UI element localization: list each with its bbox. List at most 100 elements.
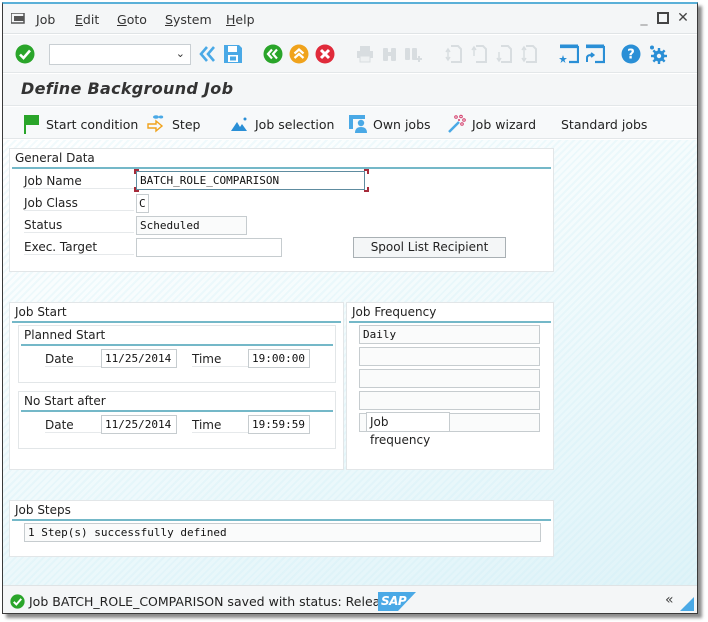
last-page-icon[interactable] bbox=[520, 44, 540, 64]
job-start-group: Job Start Planned Start Date 11/25/2014 … bbox=[9, 302, 344, 470]
print-icon[interactable] bbox=[355, 44, 375, 64]
job-steps-field: 1 Step(s) successfully defined bbox=[24, 523, 541, 542]
planned-date-field[interactable]: 11/25/2014 bbox=[101, 349, 177, 368]
exec-target-field[interactable] bbox=[136, 238, 282, 257]
own-jobs-label: Own jobs bbox=[373, 116, 431, 132]
previous-page-icon[interactable] bbox=[470, 44, 490, 64]
job-frequency-button[interactable]: Job frequency bbox=[366, 412, 450, 447]
group-divider bbox=[12, 321, 341, 323]
help-icon[interactable]: ? bbox=[621, 44, 641, 64]
main-content: General Data Job Name BATCH_ROLE_COMPARI… bbox=[3, 140, 697, 585]
planned-start-group: Planned Start Date 11/25/2014 Time 19:00… bbox=[18, 325, 336, 383]
planned-start-title: Planned Start bbox=[24, 328, 106, 342]
sap-gui-window: Job Edit Goto System Help _ ✕ ⌄ ? Define… bbox=[2, 2, 698, 614]
no-start-time-label: Time bbox=[192, 418, 248, 433]
close-button[interactable]: ✕ bbox=[676, 10, 690, 26]
job-class-label: Job Class bbox=[24, 196, 134, 211]
save-icon[interactable] bbox=[223, 44, 243, 64]
no-start-time-field[interactable]: 19:59:59 bbox=[248, 415, 310, 434]
start-condition-button[interactable]: Start condition bbox=[23, 114, 138, 134]
job-steps-group: Job Steps 1 Step(s) successfully defined bbox=[9, 500, 554, 557]
required-marker bbox=[134, 169, 139, 174]
own-jobs-icon bbox=[349, 115, 367, 133]
job-start-title: Job Start bbox=[15, 305, 67, 319]
enter-icon[interactable] bbox=[15, 44, 35, 64]
create-session-icon[interactable] bbox=[559, 44, 579, 64]
required-marker bbox=[364, 187, 369, 192]
frequency-line bbox=[359, 347, 540, 366]
own-jobs-button[interactable]: Own jobs bbox=[348, 114, 431, 134]
title-bar: Define Background Job bbox=[3, 74, 697, 106]
frequency-line bbox=[359, 369, 540, 388]
general-data-title: General Data bbox=[15, 151, 95, 165]
job-selection-label: Job selection bbox=[255, 116, 335, 132]
exit-icon[interactable] bbox=[289, 44, 309, 64]
job-frequency-group: Job Frequency Daily Job frequency bbox=[346, 302, 554, 470]
svg-text:?: ? bbox=[627, 48, 635, 63]
job-wizard-label: Job wizard bbox=[472, 116, 537, 132]
standard-toolbar: ⌄ ? bbox=[3, 35, 697, 73]
resize-grip-icon[interactable] bbox=[680, 597, 694, 611]
success-icon bbox=[10, 594, 25, 609]
step-label: Step bbox=[172, 116, 201, 132]
required-marker bbox=[364, 169, 369, 174]
settings-icon[interactable] bbox=[648, 44, 668, 64]
frequency-line: Daily bbox=[359, 325, 540, 344]
step-icon bbox=[147, 115, 164, 133]
collapse-status-icon[interactable]: « bbox=[665, 592, 674, 608]
step-button[interactable]: Step bbox=[147, 114, 200, 134]
minimize-button[interactable]: _ bbox=[637, 10, 651, 26]
chevron-down-icon[interactable]: ⌄ bbox=[176, 47, 185, 60]
job-selection-icon bbox=[231, 117, 247, 131]
no-start-after-title: No Start after bbox=[24, 394, 106, 408]
spool-list-recipient-button[interactable]: Spool List Recipient bbox=[353, 237, 506, 258]
group-divider bbox=[12, 519, 551, 521]
status-bar: Job BATCH_ROLE_COMPARISON saved with sta… bbox=[3, 585, 697, 613]
next-page-icon[interactable] bbox=[495, 44, 515, 64]
maximize-button[interactable] bbox=[656, 10, 670, 26]
group-divider bbox=[12, 167, 551, 169]
first-page-icon[interactable] bbox=[445, 44, 465, 64]
frequency-line bbox=[359, 391, 540, 410]
no-start-date-field[interactable]: 11/25/2014 bbox=[101, 415, 177, 434]
job-wizard-button[interactable]: Job wizard bbox=[447, 114, 536, 134]
status-field: Scheduled bbox=[136, 216, 247, 235]
job-name-label: Job Name bbox=[24, 174, 134, 189]
standard-jobs-button[interactable]: Standard jobs bbox=[561, 114, 647, 134]
standard-jobs-label: Standard jobs bbox=[561, 116, 648, 132]
required-marker bbox=[134, 187, 139, 192]
general-data-group: General Data Job Name BATCH_ROLE_COMPARI… bbox=[9, 148, 554, 272]
menu-goto[interactable]: Goto bbox=[117, 12, 147, 27]
find-next-icon[interactable] bbox=[403, 44, 423, 64]
command-field[interactable]: ⌄ bbox=[49, 44, 191, 65]
flag-icon bbox=[24, 115, 39, 134]
maximize-icon bbox=[657, 12, 669, 24]
planned-time-label: Time bbox=[192, 352, 248, 367]
menu-system[interactable]: System bbox=[165, 12, 212, 27]
exec-target-label: Exec. Target bbox=[24, 240, 134, 255]
sap-logo: SAP bbox=[378, 592, 416, 611]
menu-icon[interactable] bbox=[11, 13, 25, 24]
menu-edit[interactable]: Edit bbox=[75, 12, 99, 27]
find-icon[interactable] bbox=[380, 44, 400, 64]
status-label: Status bbox=[24, 218, 134, 233]
cancel-icon[interactable] bbox=[315, 44, 335, 64]
planned-time-field[interactable]: 19:00:00 bbox=[248, 349, 310, 368]
group-divider bbox=[21, 410, 333, 412]
status-message[interactable]: Job BATCH_ROLE_COMPARISON saved with sta… bbox=[29, 594, 402, 609]
back-icon[interactable] bbox=[263, 44, 283, 64]
job-steps-title: Job Steps bbox=[15, 503, 71, 517]
wizard-icon bbox=[448, 114, 466, 133]
job-selection-button[interactable]: Job selection bbox=[230, 114, 334, 134]
no-start-date-label: Date bbox=[45, 418, 101, 433]
menu-job[interactable]: Job bbox=[36, 12, 55, 27]
job-name-field[interactable]: BATCH_ROLE_COMPARISON bbox=[136, 171, 365, 190]
back-arrows-icon[interactable] bbox=[199, 44, 219, 64]
job-frequency-title: Job Frequency bbox=[352, 305, 437, 319]
start-condition-label: Start condition bbox=[46, 116, 139, 132]
menu-help[interactable]: Help bbox=[226, 12, 255, 27]
create-shortcut-icon[interactable] bbox=[585, 44, 605, 64]
menu-bar: Job Edit Goto System Help _ ✕ bbox=[3, 4, 697, 34]
job-class-field[interactable]: C bbox=[136, 194, 149, 213]
application-toolbar: Start condition Step Job selection Own j… bbox=[3, 107, 697, 139]
